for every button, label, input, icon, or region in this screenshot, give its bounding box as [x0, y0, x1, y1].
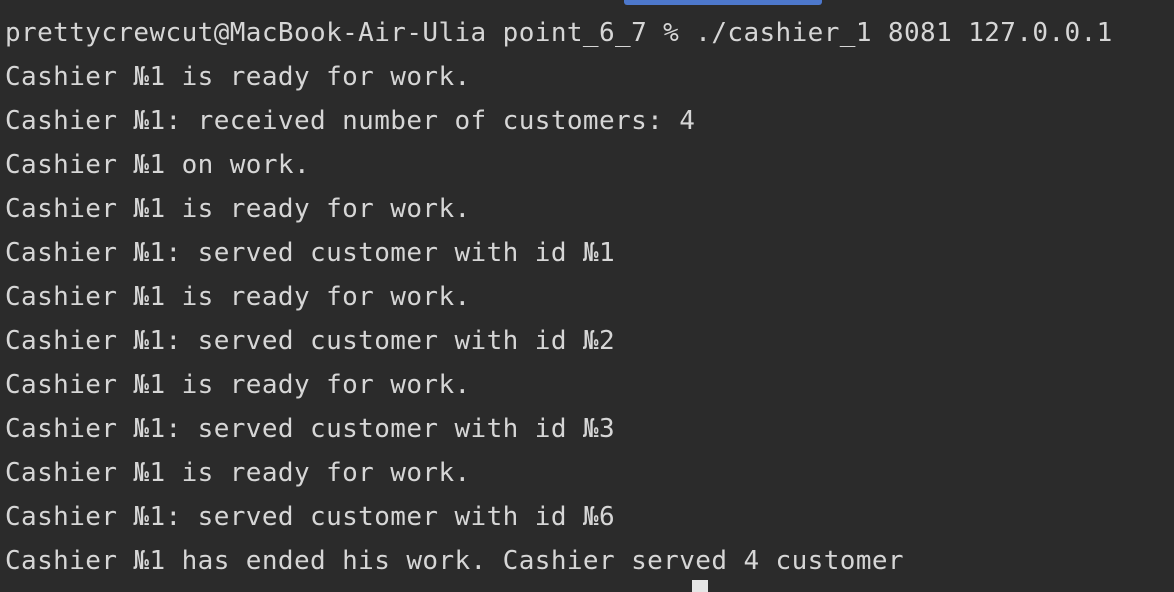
output-line: Cashier №1 is ready for work.: [5, 458, 471, 488]
output-line: Cashier №1 is ready for work.: [5, 62, 471, 92]
terminal-output: prettycrewcut@MacBook-Air-Ulia point_6_7…: [5, 11, 1174, 583]
terminal-window[interactable]: prettycrewcut@MacBook-Air-Ulia point_6_7…: [0, 0, 1174, 592]
output-line: Cashier №1: served customer with id №3: [5, 414, 616, 444]
scroll-indicator[interactable]: [624, 0, 822, 5]
output-line: Cashier №1: received number of customers…: [5, 106, 696, 136]
text-cursor: [692, 580, 708, 592]
command-line: prettycrewcut@MacBook-Air-Ulia point_6_7…: [5, 18, 1113, 48]
output-line: Cashier №1: served customer with id №2: [5, 326, 616, 356]
output-line: Cashier №1: served customer with id №1: [5, 238, 616, 268]
output-line: Cashier №1 is ready for work.: [5, 370, 471, 400]
output-line: Cashier №1 is ready for work.: [5, 194, 471, 224]
output-line: Cashier №1: served customer with id №6: [5, 502, 616, 532]
output-line: Cashier №1 on work.: [5, 150, 311, 180]
output-line: Cashier №1 is ready for work.: [5, 282, 471, 312]
output-line: Cashier №1 has ended his work. Cashier s…: [5, 546, 904, 576]
